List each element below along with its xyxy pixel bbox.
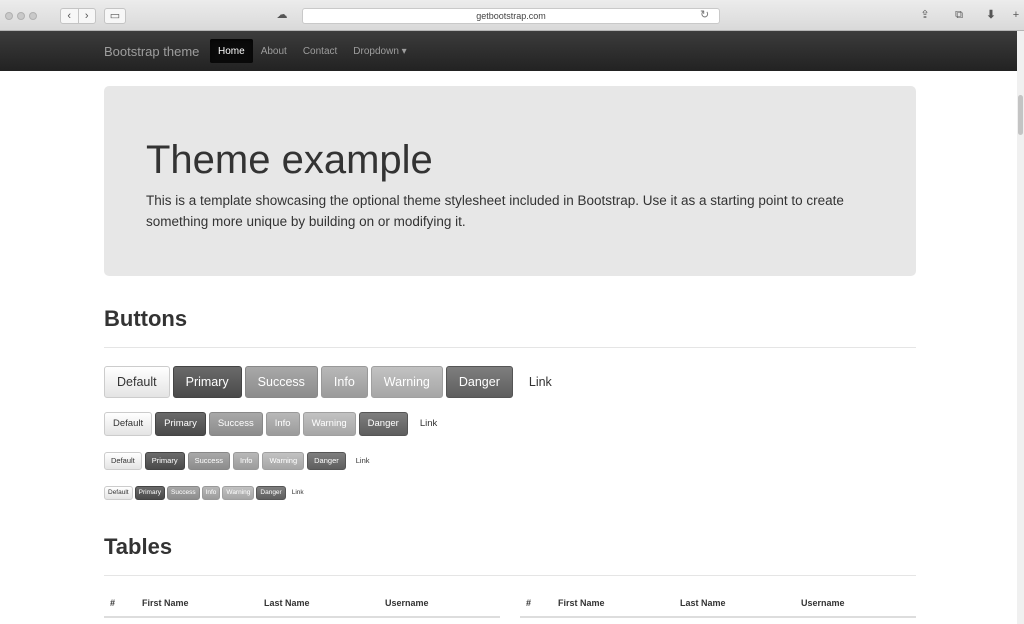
window-controls[interactable]	[5, 12, 37, 20]
table-header-right: # First Name Last Name Username	[520, 592, 916, 618]
button-row-small: Default Primary Success Info Warning Dan…	[104, 452, 377, 470]
column-header: #	[526, 598, 532, 608]
jumbotron-text: This is a template showcasing the option…	[146, 193, 844, 229]
navbar-links: Home About Contact Dropdown ▾	[210, 39, 415, 63]
nav-dropdown[interactable]: Dropdown ▾	[345, 39, 414, 63]
nav-home[interactable]: Home	[210, 39, 253, 63]
button-row-large: Default Primary Success Info Warning Dan…	[104, 366, 565, 398]
info-button[interactable]: Info	[201, 486, 221, 500]
zoom-window-button[interactable]	[29, 12, 37, 20]
column-header: Username	[801, 598, 845, 608]
primary-button[interactable]: Primary	[155, 412, 206, 436]
address-bar[interactable]: getbootstrap.com	[302, 8, 720, 24]
table-header-left: # First Name Last Name Username	[104, 592, 500, 618]
site-navbar: Bootstrap theme Home About Contact Dropd…	[0, 31, 1017, 71]
column-header: First Name	[142, 598, 189, 608]
button-row-extra-small: Default Primary Success Info Warning Dan…	[104, 486, 308, 500]
default-button[interactable]: Default	[104, 366, 170, 398]
history-nav: ‹ ›	[60, 8, 96, 24]
primary-button[interactable]: Primary	[144, 452, 185, 470]
danger-button[interactable]: Danger	[256, 486, 286, 500]
link-button[interactable]: Link	[288, 486, 308, 500]
default-button[interactable]: Default	[104, 412, 153, 436]
back-icon[interactable]: ‹	[61, 9, 79, 23]
tabs-icon[interactable]: ⧉	[948, 8, 970, 24]
tables-heading: Tables	[104, 534, 173, 559]
info-button[interactable]: Info	[320, 366, 368, 398]
warning-button[interactable]: Warning	[302, 412, 356, 436]
page-title: Theme example	[146, 138, 433, 182]
button-row-default: Default Primary Success Info Warning Dan…	[104, 412, 446, 436]
nav-about[interactable]: About	[253, 39, 295, 63]
column-header: Username	[385, 598, 429, 608]
primary-button[interactable]: Primary	[172, 366, 242, 398]
download-icon[interactable]: ⬇	[980, 8, 1002, 24]
minimize-window-button[interactable]	[17, 12, 25, 20]
link-button[interactable]: Link	[349, 452, 377, 470]
link-button[interactable]: Link	[516, 366, 565, 398]
buttons-heading: Buttons	[104, 306, 188, 331]
sidebar-icon[interactable]: ▭	[104, 8, 126, 24]
info-button[interactable]: Info	[232, 452, 260, 470]
default-button[interactable]: Default	[104, 452, 142, 470]
scrollbar-thumb[interactable]	[1018, 95, 1023, 135]
new-tab-icon[interactable]: +	[1008, 8, 1024, 24]
close-window-button[interactable]	[5, 12, 13, 20]
success-button[interactable]: Success	[167, 486, 200, 500]
success-button[interactable]: Success	[187, 452, 230, 470]
section-divider	[104, 347, 916, 348]
success-button[interactable]: Success	[208, 412, 263, 436]
warning-button[interactable]: Warning	[370, 366, 443, 398]
reload-icon[interactable]: ↻	[700, 8, 709, 21]
danger-button[interactable]: Danger	[358, 412, 408, 436]
column-header: Last Name	[264, 598, 310, 608]
primary-button[interactable]: Primary	[134, 486, 165, 500]
warning-button[interactable]: Warning	[262, 452, 305, 470]
warning-button[interactable]: Warning	[222, 486, 255, 500]
danger-button[interactable]: Danger	[445, 366, 513, 398]
link-button[interactable]: Link	[411, 412, 446, 436]
default-button[interactable]: Default	[104, 486, 133, 500]
column-header: First Name	[558, 598, 605, 608]
forward-icon[interactable]: ›	[79, 9, 96, 23]
info-button[interactable]: Info	[265, 412, 300, 436]
column-header: #	[110, 598, 116, 608]
jumbotron: Theme example This is a template showcas…	[104, 86, 916, 276]
success-button[interactable]: Success	[244, 366, 318, 398]
browser-toolbar: ‹ › ▭ ☁ getbootstrap.com ↻ ⇪ ⧉ ⬇ +	[0, 0, 1024, 31]
cloud-icon[interactable]: ☁	[270, 8, 294, 24]
share-icon[interactable]: ⇪	[914, 8, 936, 24]
danger-button[interactable]: Danger	[307, 452, 346, 470]
nav-contact[interactable]: Contact	[295, 39, 345, 63]
column-header: Last Name	[680, 598, 726, 608]
navbar-brand[interactable]: Bootstrap theme	[104, 44, 199, 59]
section-divider	[104, 575, 916, 576]
